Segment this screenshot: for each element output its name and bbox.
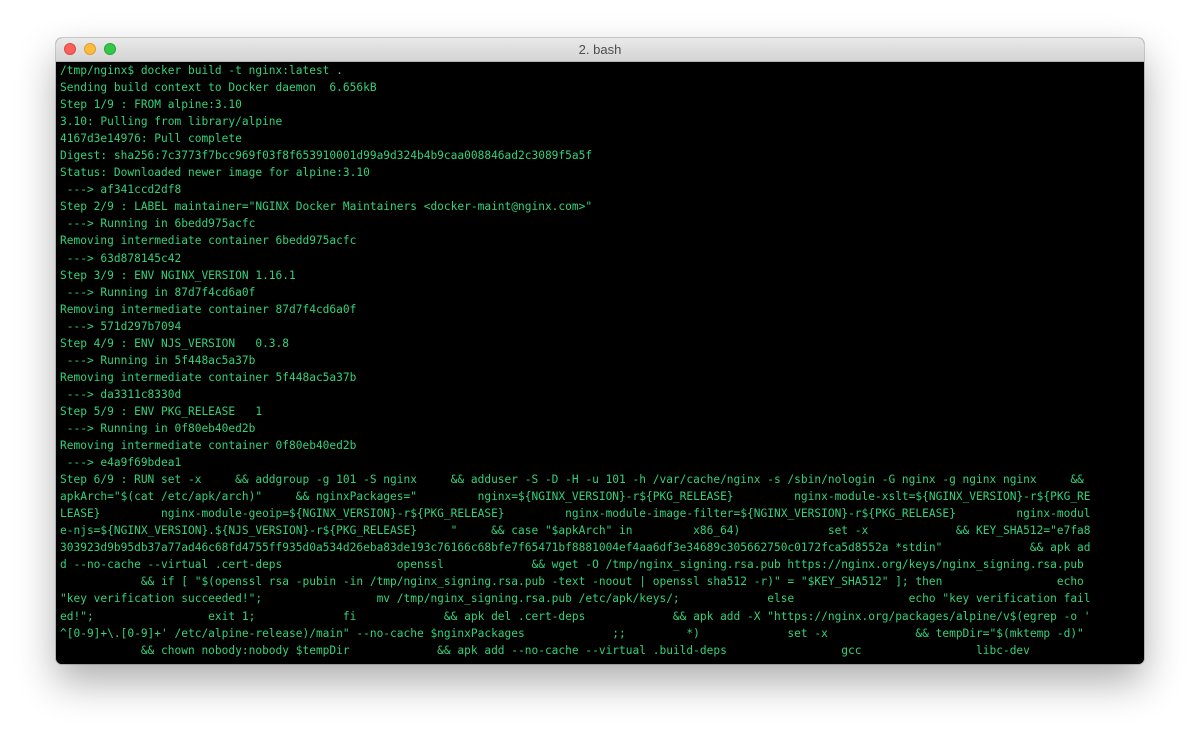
- terminal-line: ---> Running in 6bedd975acfc: [60, 217, 256, 231]
- terminal-line: Removing intermediate container 6bedd975…: [60, 234, 357, 248]
- title-bar[interactable]: 2. bash: [56, 38, 1144, 62]
- terminal-line: Sending build context to Docker daemon 6…: [60, 81, 377, 95]
- terminal-line: 303923d9b95db37a77ad46c68fd4755ff935d0a5…: [60, 541, 1091, 555]
- terminal-line: Removing intermediate container 0f80eb40…: [60, 439, 357, 453]
- terminal-line: ---> Running in 5f448ac5a37b: [60, 353, 256, 367]
- terminal-line: Digest: sha256:7c3773f7bcc969f03f8f65391…: [60, 149, 593, 163]
- terminal-line: Step 3/9 : ENV NGINX_VERSION 1.16.1: [60, 268, 296, 282]
- terminal-output[interactable]: /tmp/nginx$ docker build -t nginx:latest…: [56, 62, 1144, 664]
- terminal-line: Step 5/9 : ENV PKG_RELEASE 1: [60, 404, 263, 418]
- terminal-line: Step 4/9 : ENV NJS_VERSION 0.3.8: [60, 336, 290, 350]
- terminal-line: Step 6/9 : RUN set -x && addgroup -g 101…: [60, 473, 1084, 487]
- terminal-line: Step 2/9 : LABEL maintainer="NGINX Docke…: [60, 200, 593, 214]
- terminal-line: ---> da3311c8330d: [60, 387, 182, 401]
- terminal-line: "key verification succeeded!"; mv /tmp/n…: [60, 592, 1091, 606]
- terminal-line: ---> Running in 0f80eb40ed2b: [60, 421, 256, 435]
- terminal-line: Step 1/9 : FROM alpine:3.10: [60, 98, 242, 112]
- terminal-line: ---> af341ccd2df8: [60, 183, 182, 197]
- terminal-line: && chown nobody:nobody $tempDir && apk a…: [60, 643, 1030, 657]
- terminal-line: ^[0-9]+\.[0-9]+' /etc/alpine-release)/ma…: [60, 626, 1084, 640]
- terminal-line: d --no-cache --virtual .cert-deps openss…: [60, 558, 1084, 572]
- terminal-line: ---> Running in 87d7f4cd6a0f: [60, 285, 256, 299]
- window-title: 2. bash: [578, 42, 622, 57]
- terminal-line: && if [ "$(openssl rsa -pubin -in /tmp/n…: [60, 575, 1084, 589]
- terminal-line: apkArch="$(cat /etc/apk/arch)" && nginxP…: [60, 490, 1091, 504]
- terminal-line: 4167d3e14976: Pull complete: [60, 132, 242, 146]
- terminal-line: e-njs=${NGINX_VERSION}.${NJS_VERSION}-r$…: [60, 524, 1091, 538]
- terminal-line: ---> e4a9f69bdea1: [60, 456, 182, 470]
- terminal-window: 2. bash /tmp/nginx$ docker build -t ngin…: [56, 38, 1144, 664]
- terminal-line: ed!"; exit 1; fi && apk del .cert-deps &…: [60, 609, 1091, 623]
- terminal-line: ---> 571d297b7094: [60, 319, 182, 333]
- terminal-line: /tmp/nginx$ docker build -t nginx:latest…: [60, 64, 343, 77]
- terminal-line: Status: Downloaded newer image for alpin…: [60, 166, 370, 180]
- terminal-line: LEASE} nginx-module-geoip=${NGINX_VERSIO…: [60, 507, 1091, 521]
- terminal-line: 3.10: Pulling from library/alpine: [60, 115, 283, 129]
- terminal-line: Removing intermediate container 87d7f4cd…: [60, 302, 357, 316]
- terminal-line: ---> 63d878145c42: [60, 251, 182, 265]
- terminal-line: Removing intermediate container 5f448ac5…: [60, 370, 357, 384]
